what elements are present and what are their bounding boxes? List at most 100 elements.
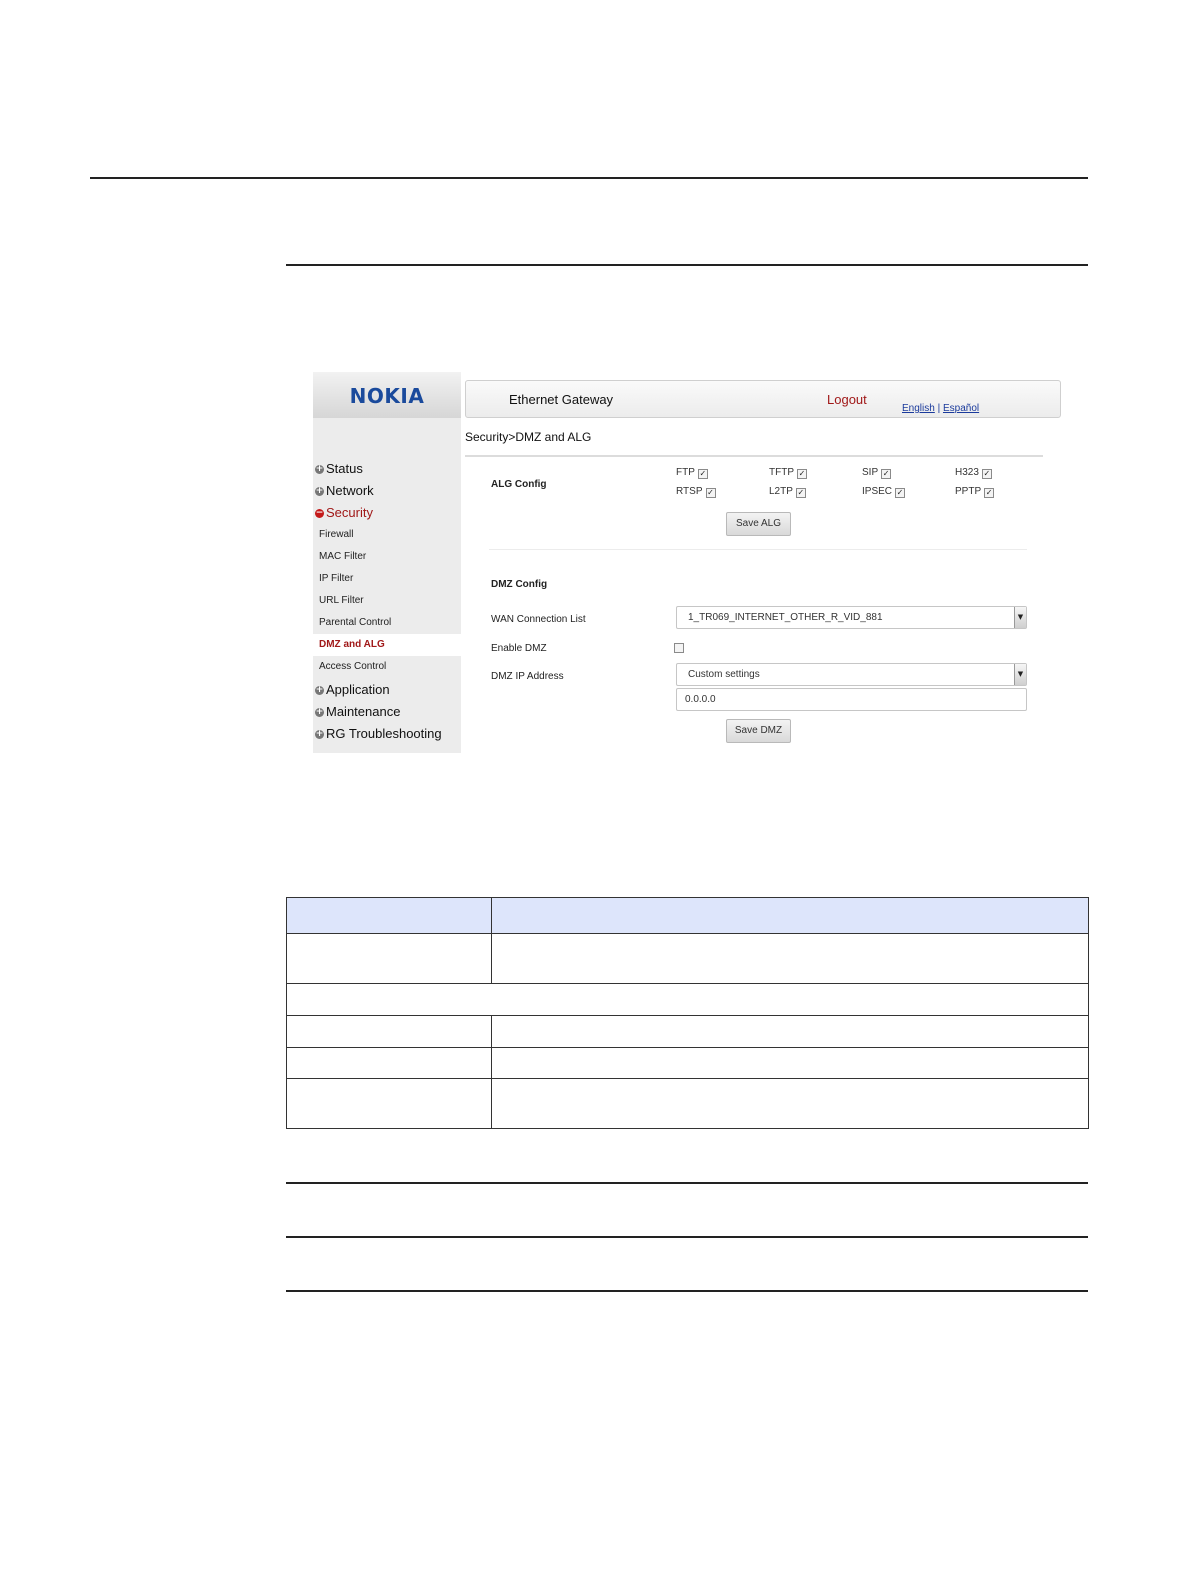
- table-cell: [491, 1015, 1089, 1048]
- sidebar-item-maintenance[interactable]: + Maintenance: [315, 704, 400, 719]
- sidebar-sub-access-control[interactable]: Access Control: [319, 661, 386, 672]
- sidebar-item-label: Application: [326, 682, 390, 697]
- dmz-ip-mode-select[interactable]: Custom settings ▼: [676, 663, 1027, 686]
- sidebar-sub-ip-filter[interactable]: IP Filter: [319, 573, 353, 584]
- alg-tftp-option[interactable]: TFTP ✓: [769, 467, 807, 479]
- checkbox-checked-icon[interactable]: ✓: [881, 469, 892, 479]
- logo-area: NOKIA: [313, 372, 461, 418]
- dmz-config-label: DMZ Config: [491, 579, 548, 590]
- alg-protocol-label: SIP: [862, 467, 879, 478]
- sidebar-item-network[interactable]: + Network: [315, 483, 374, 498]
- dmz-ip-input[interactable]: 0.0.0.0: [676, 688, 1027, 711]
- sidebar-item-application[interactable]: + Application: [315, 682, 390, 697]
- checkbox-checked-icon[interactable]: ✓: [795, 488, 806, 498]
- sidebar-item-label: Network: [326, 483, 374, 498]
- sidebar-sub-url-filter[interactable]: URL Filter: [319, 595, 364, 606]
- alg-config-label: ALG Config: [491, 479, 547, 490]
- note-rule-bottom: [286, 1290, 1088, 1292]
- wan-connection-value: 1_TR069_INTERNET_OTHER_R_VID_881: [688, 612, 883, 623]
- alg-rtsp-option[interactable]: RTSP ✓: [676, 486, 716, 498]
- breadcrumb: Security>DMZ and ALG: [465, 430, 592, 444]
- table-cell: [286, 1015, 492, 1048]
- table-header-cell: [286, 897, 492, 934]
- lang-english-link[interactable]: English: [902, 403, 935, 414]
- sidebar-sub-parental-control[interactable]: Parental Control: [319, 617, 391, 628]
- sidebar-sub-firewall[interactable]: Firewall: [319, 529, 353, 540]
- enable-dmz-label: Enable DMZ: [491, 643, 547, 654]
- language-switch: English | Español: [902, 403, 979, 414]
- alg-protocol-label: PPTP: [955, 486, 982, 497]
- alg-protocol-label: TFTP: [769, 467, 794, 478]
- table-cell: [491, 1047, 1089, 1079]
- alg-h323-option[interactable]: H323 ✓: [955, 467, 992, 479]
- alg-l2tp-option[interactable]: L2TP ✓: [769, 486, 806, 498]
- sidebar-item-label: Status: [326, 461, 363, 476]
- lang-espanol-link[interactable]: Español: [943, 403, 979, 414]
- page-top-rule: [90, 177, 1088, 179]
- table-cell: [286, 1047, 492, 1079]
- table-header-cell: [491, 897, 1089, 934]
- sidebar-item-label: RG Troubleshooting: [326, 726, 442, 741]
- expand-plus-icon: +: [315, 464, 324, 474]
- logout-link[interactable]: Logout: [827, 392, 867, 407]
- dmz-ip-mode-value: Custom settings: [688, 669, 760, 680]
- table-cell: [286, 933, 492, 984]
- table-cell: [491, 1078, 1089, 1129]
- table-cell: [491, 933, 1089, 984]
- collapse-minus-icon: −: [315, 508, 324, 518]
- table-cell: [286, 1078, 492, 1129]
- breadcrumb-divider: [465, 455, 1043, 457]
- note-rule-top: [286, 1182, 1088, 1184]
- alg-ipsec-option[interactable]: IPSEC ✓: [862, 486, 906, 498]
- note-rule-middle: [286, 1236, 1088, 1238]
- table-row: [286, 1015, 1089, 1048]
- alg-sip-option[interactable]: SIP ✓: [862, 467, 892, 479]
- enable-dmz-checkbox[interactable]: [674, 643, 684, 653]
- checkbox-checked-icon[interactable]: ✓: [984, 488, 995, 498]
- wan-connection-select[interactable]: 1_TR069_INTERNET_OTHER_R_VID_881 ▼: [676, 606, 1027, 629]
- alg-pptp-option[interactable]: PPTP ✓: [955, 486, 995, 498]
- checkbox-checked-icon[interactable]: ✓: [697, 469, 708, 479]
- dropdown-arrow-icon[interactable]: ▼: [1014, 664, 1026, 685]
- gateway-screenshot: NOKIA + Status + Network − Security Firewal…: [313, 372, 1062, 753]
- section-rule: [286, 264, 1088, 266]
- expand-plus-icon: +: [315, 729, 324, 739]
- checkbox-checked-icon[interactable]: ✓: [797, 469, 807, 479]
- dmz-ip-label: DMZ IP Address: [491, 671, 564, 682]
- expand-plus-icon: +: [315, 707, 324, 717]
- expand-plus-icon: +: [315, 685, 324, 695]
- sidebar-sub-mac-filter[interactable]: MAC Filter: [319, 551, 366, 562]
- checkbox-checked-icon[interactable]: ✓: [981, 469, 992, 479]
- checkbox-checked-icon[interactable]: ✓: [705, 488, 716, 498]
- alg-protocol-label: L2TP: [769, 486, 793, 497]
- lang-separator: |: [937, 403, 941, 414]
- save-dmz-button[interactable]: Save DMZ: [726, 719, 791, 743]
- sidebar-item-status[interactable]: + Status: [315, 461, 363, 476]
- sidebar-item-security[interactable]: − Security: [315, 505, 373, 520]
- nokia-logo: NOKIA: [349, 384, 425, 408]
- expand-plus-icon: +: [315, 486, 324, 496]
- alg-dmz-divider: [489, 549, 1027, 550]
- checkbox-checked-icon[interactable]: ✓: [895, 488, 906, 498]
- sidebar-item-rg-troubleshooting[interactable]: + RG Troubleshooting: [315, 726, 442, 741]
- sidebar-item-label: Maintenance: [326, 704, 401, 719]
- dropdown-arrow-icon[interactable]: ▼: [1014, 607, 1026, 628]
- alg-ftp-option[interactable]: FTP ✓: [676, 467, 708, 479]
- app-title: Ethernet Gateway: [509, 392, 614, 407]
- alg-protocol-label: FTP: [676, 467, 695, 478]
- parameter-table: [286, 897, 1089, 1129]
- wan-connection-label: WAN Connection List: [491, 614, 586, 625]
- alg-protocol-label: IPSEC: [862, 486, 893, 497]
- sidebar-sub-dmz-alg[interactable]: DMZ and ALG: [319, 639, 385, 650]
- table-cell: [286, 983, 1089, 1016]
- table-header-row: [286, 897, 1089, 934]
- save-alg-button[interactable]: Save ALG: [726, 512, 791, 536]
- header-bar: Ethernet Gateway Logout English | Españo…: [465, 380, 1061, 418]
- alg-protocol-label: RTSP: [676, 486, 703, 497]
- table-row: [286, 1078, 1089, 1129]
- alg-protocol-label: H323: [955, 467, 979, 478]
- table-row: [286, 1047, 1089, 1079]
- sidebar-item-label: Security: [326, 505, 373, 520]
- table-row: [286, 983, 1089, 1016]
- dmz-ip-value: 0.0.0.0: [685, 694, 716, 705]
